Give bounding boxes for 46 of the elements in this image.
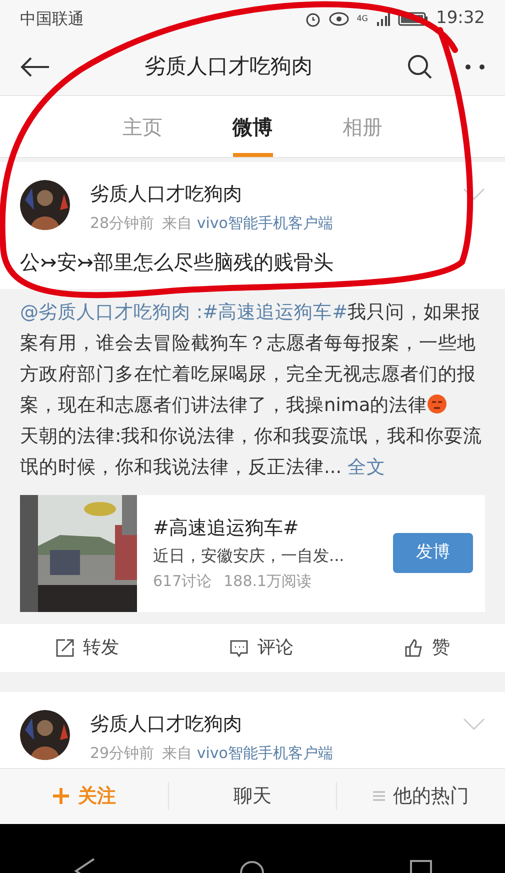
plus-icon <box>52 787 70 805</box>
search-icon[interactable] <box>407 54 433 80</box>
topic-summary: 近日，安徽安庆，一自发... <box>153 545 346 567</box>
bottom-bar-button[interactable]: 他的热门 <box>336 782 505 810</box>
topic-title: #高速追运狗车# <box>153 516 300 540</box>
chevron-down-icon[interactable] <box>463 188 485 200</box>
network-type: 4G <box>356 15 368 23</box>
clock-time: 19:32 <box>436 7 485 30</box>
comment-icon <box>229 638 250 658</box>
battery-icon <box>398 12 428 26</box>
carrier-name: 中国联通 <box>20 8 84 30</box>
post-topic-button[interactable]: 发博 <box>393 533 473 573</box>
post-source: 来自 vivo智能手机客户端 <box>162 742 333 764</box>
author-name[interactable]: 劣质人口才吃狗肉 <box>90 710 443 738</box>
hashtag-link[interactable]: #高速追运狗车# <box>202 302 348 322</box>
back-arrow-icon[interactable] <box>20 56 50 78</box>
alarm-icon <box>304 11 321 27</box>
eye-icon <box>328 12 349 26</box>
menu-icon <box>373 791 386 801</box>
repost-text: @劣质人口才吃狗肉 :#高速追运狗车#我只问，如果报案有用，谁会去冒险截狗车？志愿者每每报案，一些地方政府部门多在忙着吃屎喝尿，完全无视志愿者们的报案，现在和志愿者们讲法律了，我操nima的法律 天朝的法律:我和你说法律，你和我耍流氓，我和你耍流氓的时候，你和我说法律，反正法律... 全文 <box>20 300 484 480</box>
bottom-bar-button[interactable]: 聊天 <box>168 782 336 810</box>
post-time: 28分钟前 <box>90 213 154 234</box>
post-action-button[interactable]: 评论 <box>229 634 294 661</box>
share-icon <box>55 638 76 658</box>
read-count: 188.1万阅读 <box>224 571 312 592</box>
avatar[interactable] <box>20 710 70 760</box>
post-action-button[interactable]: 赞 <box>404 634 450 661</box>
post-time: 29分钟前 <box>90 742 154 764</box>
discussion-count: 617讨论 <box>153 571 212 592</box>
avatar[interactable] <box>20 180 70 230</box>
post-text: 公↣安↣部里怎么尽些脑残的贱骨头 <box>20 248 335 276</box>
emoji-icon <box>427 394 448 414</box>
thumbs-up-icon <box>404 638 424 658</box>
mention-link[interactable]: @劣质人口才吃狗肉 : <box>20 302 203 322</box>
home-nav-icon[interactable] <box>239 859 266 873</box>
post-action-button[interactable]: 转发 <box>55 634 120 661</box>
full-text-link[interactable]: 全文 <box>348 456 386 478</box>
back-nav-icon[interactable] <box>72 857 96 873</box>
topic-card[interactable]: #高速追运狗车# 近日，安徽安庆，一自发... 617讨论 188.1万阅读 发博 <box>20 494 485 612</box>
profile-tab[interactable]: 微博 <box>232 96 272 157</box>
more-icon[interactable] <box>465 64 485 70</box>
signal-icon <box>376 12 390 26</box>
post-source: 来自 vivo智能手机客户端 <box>162 213 333 234</box>
page-title: 劣质人口才吃狗肉 <box>144 52 312 80</box>
author-name[interactable]: 劣质人口才吃狗肉 <box>90 180 443 208</box>
recents-nav-icon[interactable] <box>409 859 434 873</box>
